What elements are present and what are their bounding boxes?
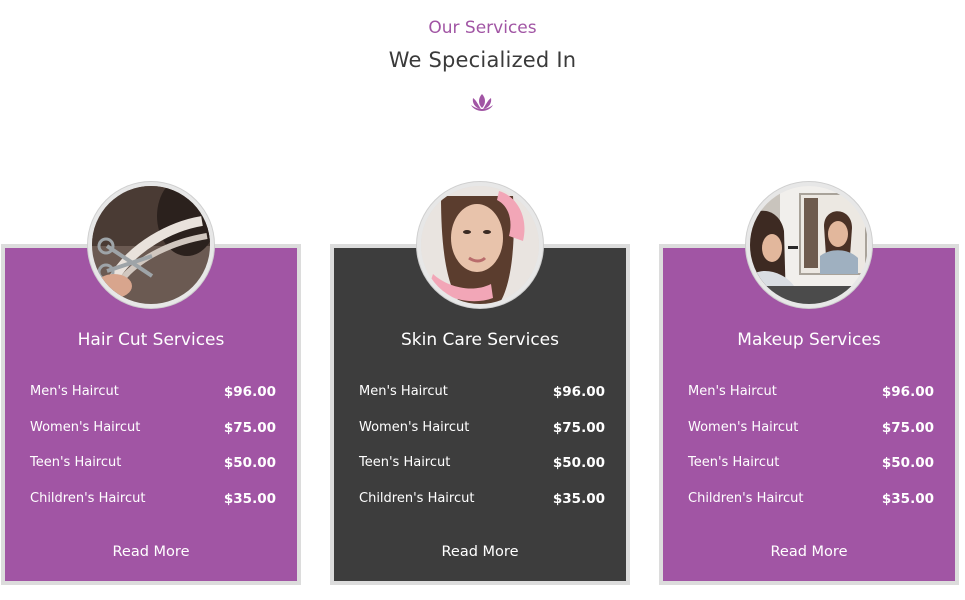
service-price: $75.00 — [223, 419, 276, 436]
service-price: $75.00 — [552, 419, 605, 436]
list-item: Men's Haircut $96.00 — [359, 384, 605, 420]
read-more-link[interactable]: Read More — [334, 544, 626, 560]
service-name: Men's Haircut — [30, 384, 119, 399]
list-item: Teen's Haircut $50.00 — [30, 455, 276, 491]
service-name: Women's Haircut — [688, 419, 799, 435]
list-item: Teen's Haircut $50.00 — [688, 455, 934, 491]
list-item: Women's Haircut $75.00 — [359, 420, 605, 456]
section-eyebrow: Our Services — [428, 18, 537, 38]
service-price: $50.00 — [881, 455, 934, 471]
skin-care-photo — [417, 182, 543, 308]
price-list: Men's Haircut $96.00 Women's Haircut $75.0… — [688, 384, 934, 526]
price-list: Men's Haircut $96.00 Women's Haircut $75.0… — [359, 384, 605, 526]
service-name: Children's Haircut — [688, 490, 804, 506]
service-price: $75.00 — [881, 419, 934, 436]
service-name: Teen's Haircut — [688, 455, 780, 470]
list-item: Women's Haircut $75.00 — [688, 420, 934, 456]
makeup-mirror-photo — [746, 182, 872, 308]
service-price: $96.00 — [552, 384, 605, 400]
service-price: $35.00 — [223, 490, 276, 507]
card-title: Hair Cut Services — [77, 330, 225, 350]
card-title: Skin Care Services — [401, 330, 559, 350]
section-heading: We Specialized In — [388, 48, 577, 72]
service-name: Women's Haircut — [359, 419, 470, 435]
read-more-link[interactable]: Read More — [663, 544, 955, 560]
service-price: $50.00 — [223, 455, 276, 471]
service-name: Men's Haircut — [359, 384, 448, 399]
card-title: Makeup Services — [737, 330, 881, 350]
list-item: Men's Haircut $96.00 — [30, 384, 276, 420]
list-item: Women's Haircut $75.00 — [30, 420, 276, 456]
service-price: $35.00 — [552, 490, 605, 507]
service-name: Women's Haircut — [30, 419, 141, 435]
price-list: Men's Haircut $96.00 Women's Haircut $75.0… — [30, 384, 276, 526]
service-name: Children's Haircut — [30, 490, 146, 506]
service-price: $35.00 — [881, 490, 934, 507]
service-name: Teen's Haircut — [359, 455, 451, 470]
service-card-makeup: Makeup Services Men's Haircut $96.00 Wome… — [659, 182, 959, 585]
read-more-link[interactable]: Read More — [5, 544, 297, 560]
list-item: Children's Haircut $35.00 — [359, 491, 605, 527]
lotus-icon — [471, 94, 493, 111]
service-name: Children's Haircut — [359, 490, 475, 506]
service-card-hair-cut: Hair Cut Services Men's Haircut $96.00 Wo… — [1, 182, 301, 585]
service-name: Men's Haircut — [688, 384, 777, 399]
list-item: Children's Haircut $35.00 — [688, 491, 934, 527]
service-name: Teen's Haircut — [30, 455, 122, 470]
hair-cut-photo — [88, 182, 214, 308]
list-item: Teen's Haircut $50.00 — [359, 455, 605, 491]
service-price: $96.00 — [881, 384, 934, 400]
list-item: Men's Haircut $96.00 — [688, 384, 934, 420]
service-price: $50.00 — [552, 455, 605, 471]
service-price: $96.00 — [223, 384, 276, 400]
list-item: Children's Haircut $35.00 — [30, 491, 276, 527]
service-card-skin-care: Skin Care Services Men's Haircut $96.00 W… — [330, 182, 630, 585]
